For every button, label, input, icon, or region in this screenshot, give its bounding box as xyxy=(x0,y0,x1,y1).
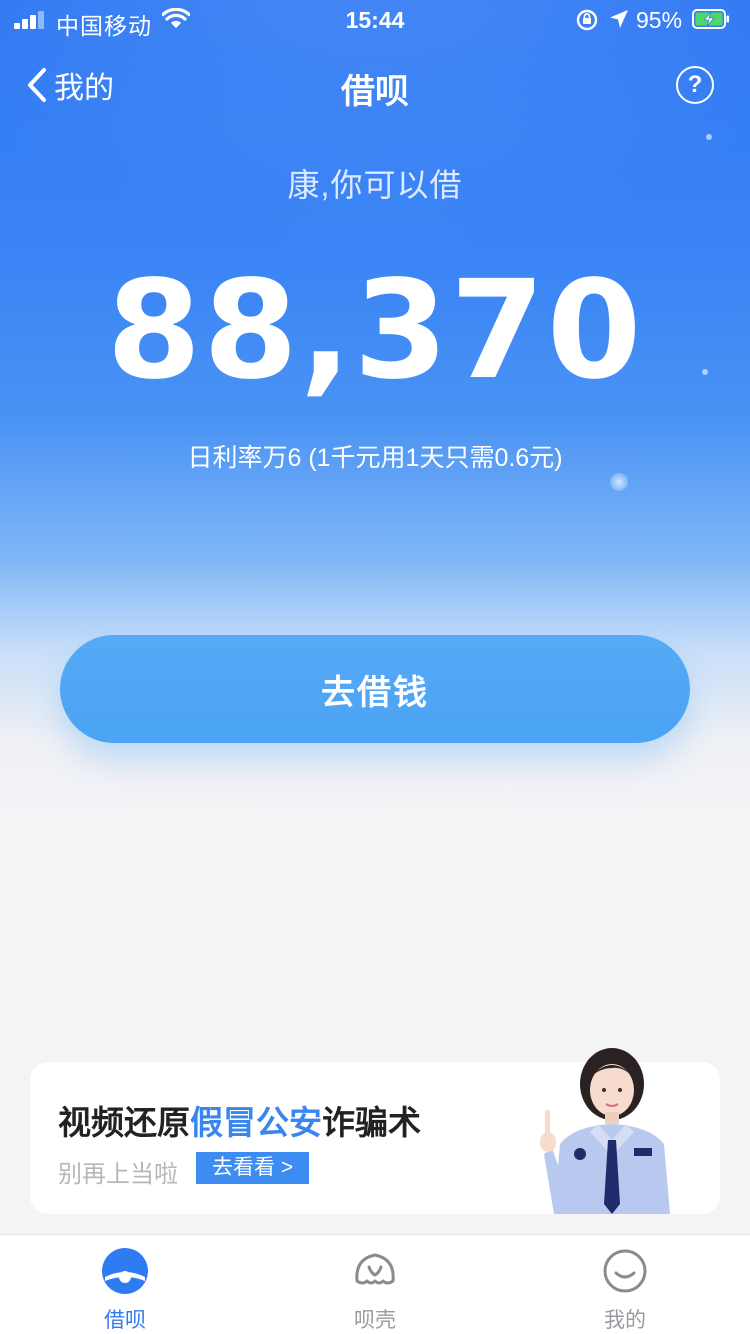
banner-title-highlight: 假冒公安 xyxy=(190,1104,322,1141)
anti-fraud-banner[interactable]: 视频还原假冒公安诈骗术 别再上当啦 去看看 > xyxy=(30,1048,720,1214)
tab-jiebei-label: 借呗 xyxy=(104,1309,146,1332)
credit-amount: 88,370 xyxy=(106,252,644,410)
borrow-money-button[interactable]: 去借钱 xyxy=(60,635,690,743)
interest-rate-text: 日利率万6 (1千元用1天只需0.6元) xyxy=(187,444,563,472)
sparkle-dot xyxy=(706,134,712,140)
tab-jiebei[interactable]: 借呗 xyxy=(65,1247,185,1334)
jiebei-icon xyxy=(102,1248,148,1294)
nav-bar: 我的 借呗 ? xyxy=(0,60,750,111)
tab-beike[interactable]: 呗壳 xyxy=(315,1247,435,1334)
banner-cta-button[interactable]: 去看看 > xyxy=(196,1152,310,1184)
smile-icon xyxy=(603,1249,647,1293)
battery-percent: 95% xyxy=(636,7,683,33)
battery-charging-icon xyxy=(692,9,729,29)
banner-subtitle: 别再上当啦 xyxy=(58,1161,178,1188)
shell-icon xyxy=(355,1253,395,1285)
banner-title-part1: 视频还原 xyxy=(58,1104,190,1141)
banner-title-part2: 诈骗术 xyxy=(322,1104,421,1141)
screen: 中国移动 15:44 95% 我的 借呗 ? 康,你可以借 88,370 日利率… xyxy=(0,0,750,1334)
police-officer-illustration xyxy=(540,1048,670,1214)
sparkle-dot xyxy=(610,473,628,491)
tab-mine-label: 我的 xyxy=(604,1309,646,1332)
status-bar: 中国移动 15:44 95% xyxy=(0,0,750,40)
banner-title: 视频还原假冒公安诈骗术 xyxy=(58,1096,421,1144)
help-button[interactable]: ? xyxy=(676,66,714,104)
tab-bar: 借呗 呗壳 我的 xyxy=(0,1234,750,1334)
question-icon: ? xyxy=(687,71,703,98)
page-title: 借呗 xyxy=(341,73,409,111)
orientation-lock-icon xyxy=(576,9,598,31)
borrow-money-label: 去借钱 xyxy=(321,673,429,712)
credit-greeting: 康,你可以借 xyxy=(287,167,463,203)
tab-beike-label: 呗壳 xyxy=(354,1309,396,1332)
tab-mine[interactable]: 我的 xyxy=(565,1247,685,1334)
location-arrow-icon xyxy=(610,10,628,28)
